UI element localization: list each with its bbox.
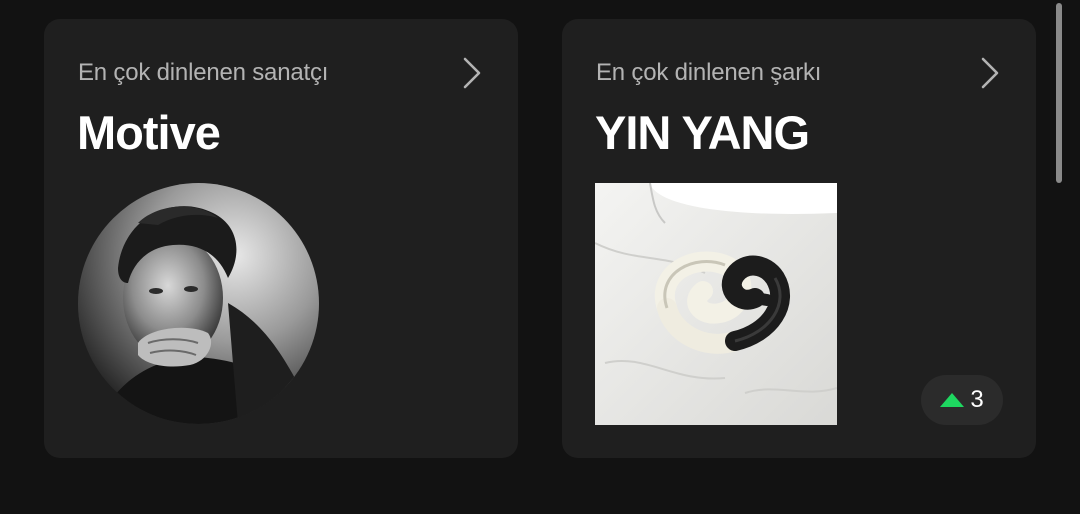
album-cover [595,183,837,425]
rank-change-badge: 3 [921,375,1003,425]
chevron-right-icon[interactable] [460,55,484,91]
scrollbar-thumb[interactable] [1056,3,1062,183]
top-song-card[interactable]: En çok dinlenen şarkı YIN YANG 3 [562,19,1036,458]
top-artist-subtitle: En çok dinlenen sanatçı [78,59,329,86]
triangle-up-icon [940,393,965,407]
top-song-title: YIN YANG [595,106,810,159]
chevron-right-icon[interactable] [978,55,1002,91]
top-song-subtitle: En çok dinlenen şarkı [596,59,822,86]
rank-change-value: 3 [970,386,984,413]
artist-photo [78,183,319,424]
top-artist-name: Motive [77,106,221,159]
top-artist-card[interactable]: En çok dinlenen sanatçı Motive [44,19,518,458]
scrollbar[interactable] [1054,0,1064,514]
page: En çok dinlenen sanatçı Motive En çok di… [0,0,1080,514]
